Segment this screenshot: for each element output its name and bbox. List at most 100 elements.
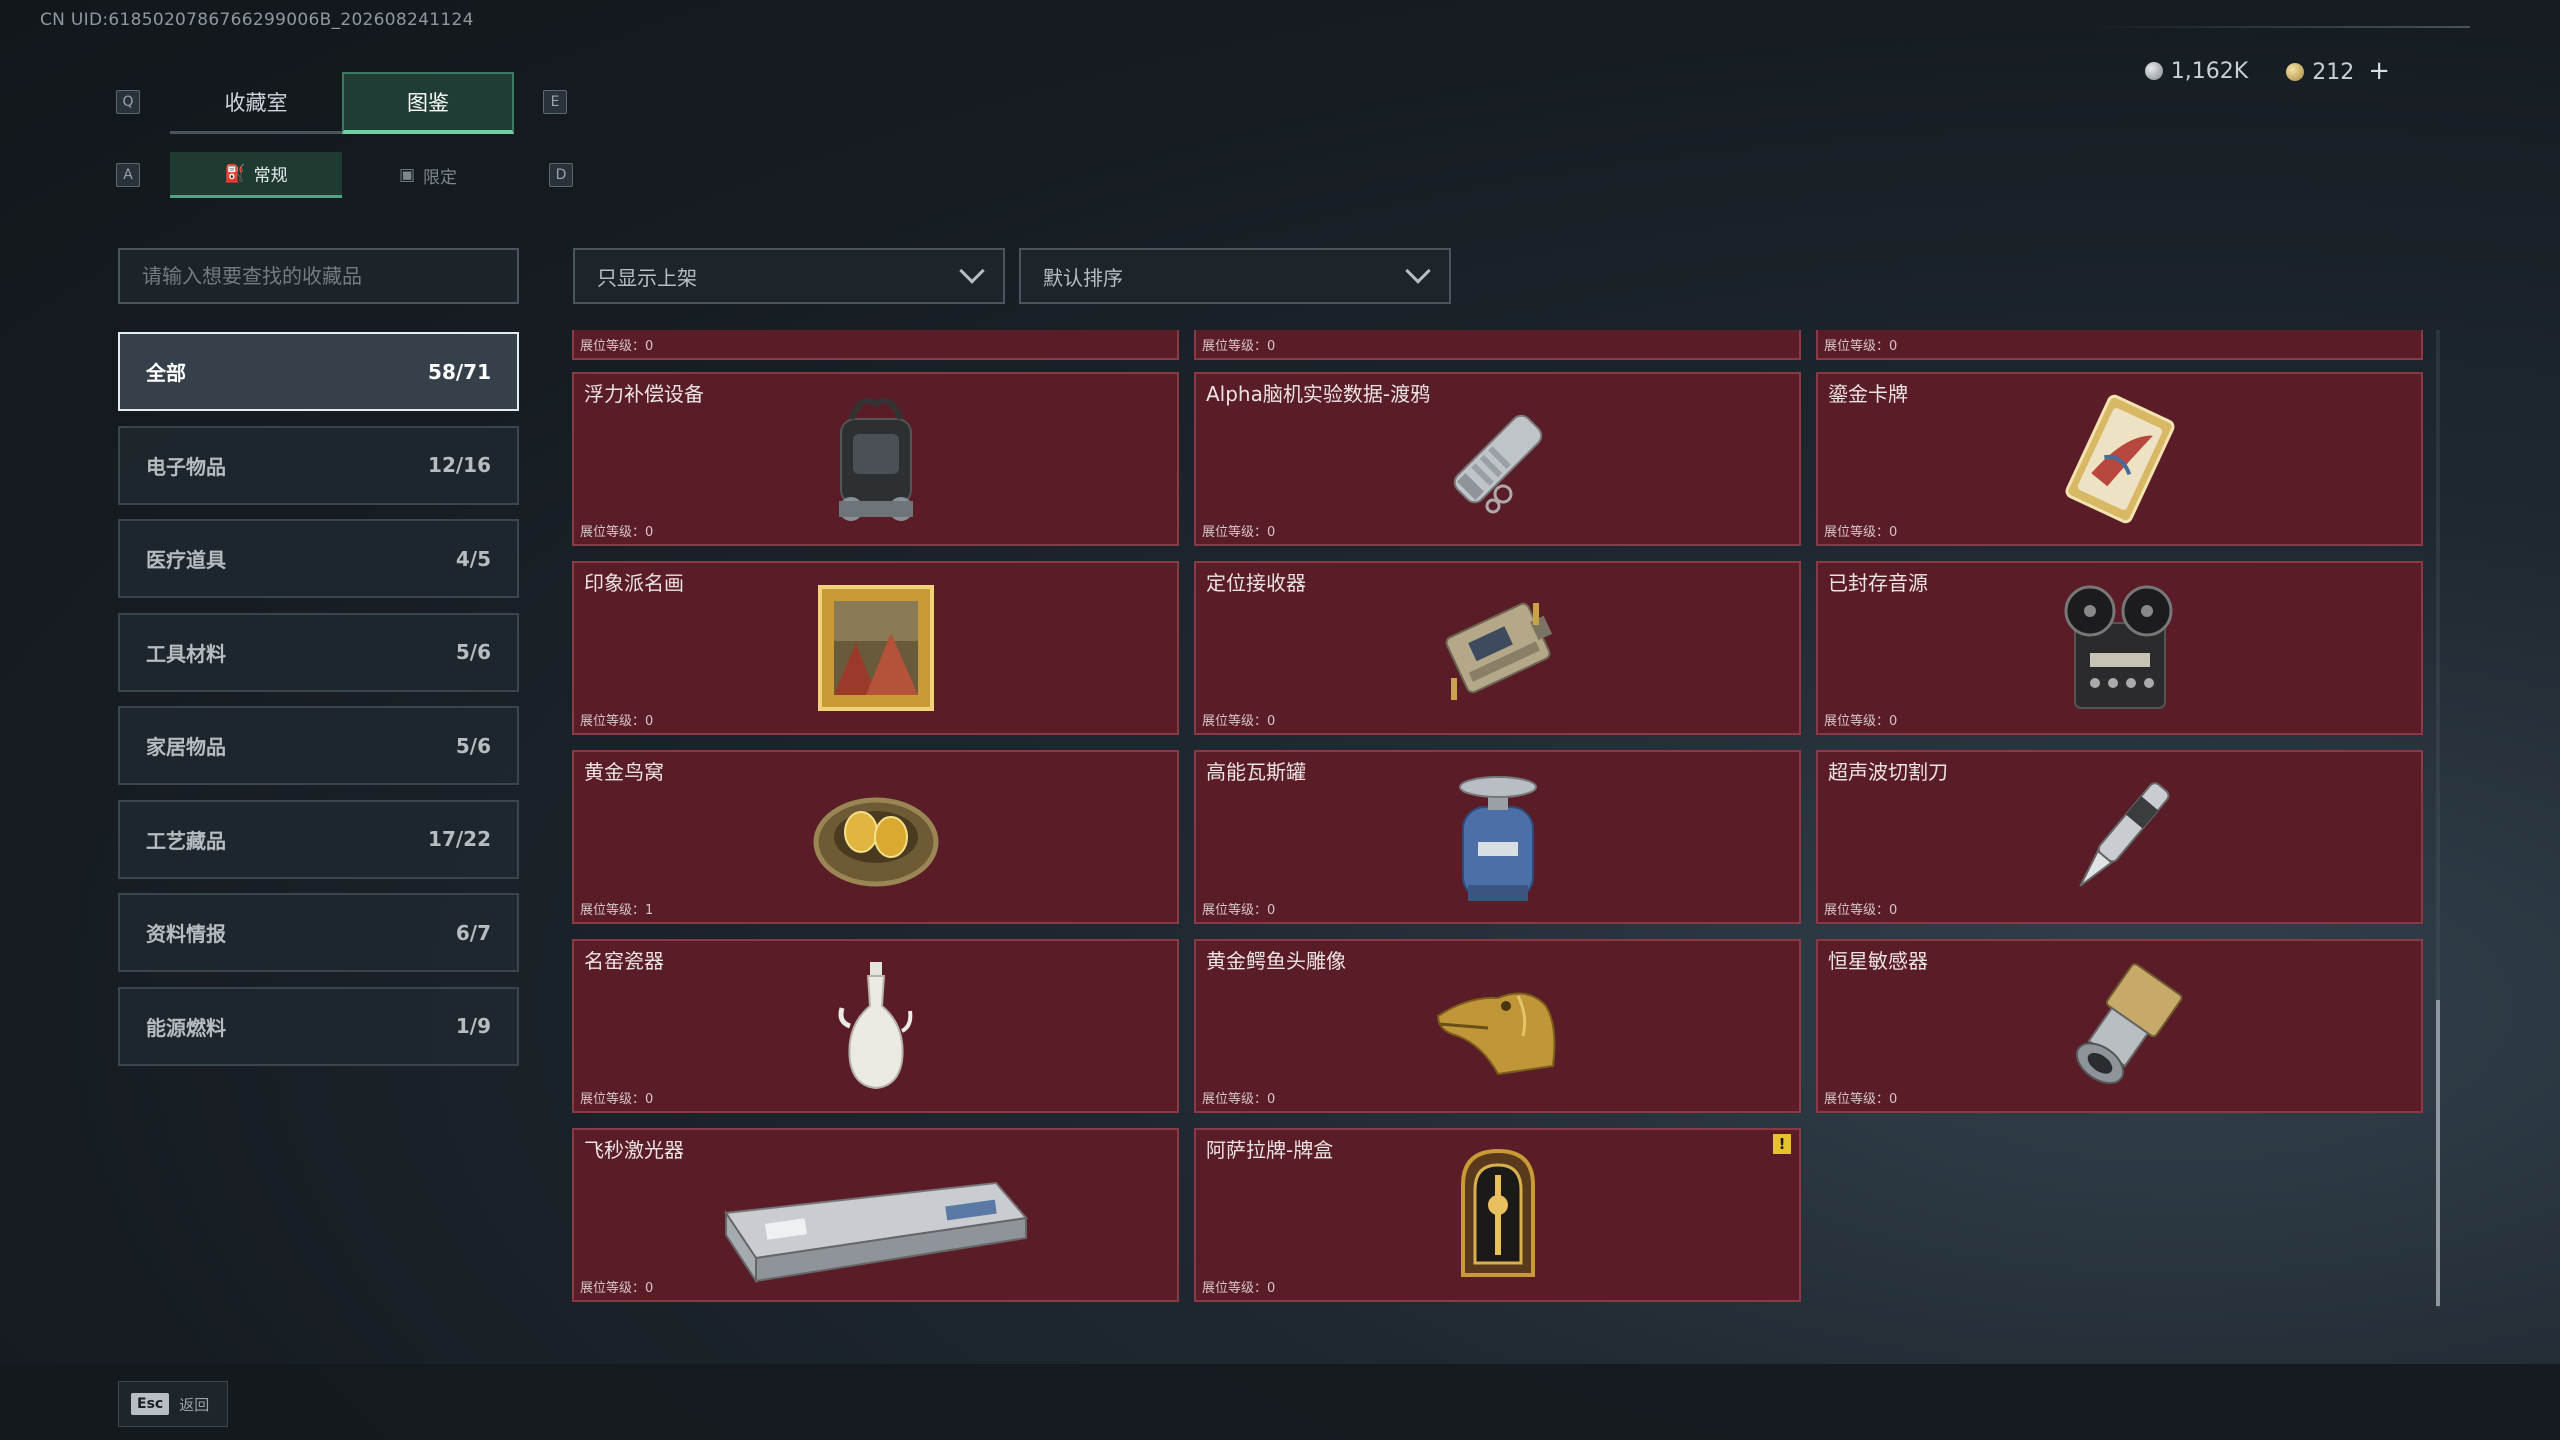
- category-label: 工具材料: [146, 641, 226, 666]
- tab-collection-room[interactable]: 收藏室: [170, 72, 342, 134]
- sub-tabs: ⛽ 常规 ▣ 限定: [170, 152, 514, 198]
- item-name: 超声波切割刀: [1828, 760, 1948, 784]
- category-medical[interactable]: 医疗道具 4/5: [118, 519, 519, 598]
- gps-receiver-icon: [1445, 602, 1552, 700]
- silver-coin-icon: [2144, 61, 2163, 80]
- sort-dropdown[interactable]: 默认排序: [1019, 248, 1451, 304]
- category-count: 5/6: [455, 733, 491, 758]
- item-card-laser-case[interactable]: 飞秒激光器 展位等级：0: [572, 1128, 1179, 1302]
- back-button[interactable]: Esc 返回: [118, 1381, 228, 1427]
- item-card-gilded-card[interactable]: 鎏金卡牌 展位等级：0: [1816, 372, 2423, 546]
- item-name: 浮力补偿设备: [584, 382, 704, 406]
- item-level: 展位等级：0: [580, 714, 654, 729]
- category-label: 资料情报: [146, 922, 226, 946]
- category-count: 1/9: [455, 1014, 491, 1038]
- card-box-icon: [1460, 1148, 1535, 1277]
- item-name: 黄金鸟窝: [584, 760, 664, 784]
- item-card-ultrasonic-cutter[interactable]: 超声波切割刀 展位等级：0: [1816, 750, 2423, 924]
- reel-recorder-icon: [2064, 585, 2172, 709]
- item-level: 展位等级：0: [1202, 525, 1276, 540]
- item-level: 展位等级：0: [1824, 714, 1898, 729]
- item-name: Alpha脑机实验数据-渡鸦: [1206, 382, 1431, 406]
- subtab-regular-label: 常规: [253, 166, 288, 186]
- back-label: 返回: [179, 1395, 210, 1414]
- shelf-filter-dropdown[interactable]: 只显示上架: [573, 248, 1005, 304]
- uid-text: CN UID:6185020786766299006B_202608241124: [40, 10, 474, 30]
- gas-canister-icon: [1458, 776, 1537, 901]
- item-level: 展位等级：0: [1202, 714, 1276, 729]
- category-count: 58/71: [428, 359, 491, 384]
- category-electronics[interactable]: 电子物品 12/16: [118, 425, 519, 505]
- item-card-gas-canister[interactable]: 高能瓦斯罐 展位等级：0: [1194, 750, 1801, 924]
- item-card-bcd[interactable]: 浮力补偿设备 展位等级：0: [572, 372, 1179, 546]
- gold-amount: 212: [2312, 60, 2355, 85]
- item-card[interactable]: 展位等级：0: [1816, 330, 2423, 360]
- top-divider: [2090, 26, 2470, 28]
- laser-case-icon: [723, 1181, 1028, 1283]
- data-cylinder-icon: [1453, 414, 1542, 514]
- gold-coin-icon: [2286, 63, 2305, 81]
- category-count: 5/6: [455, 640, 491, 664]
- category-label: 家居物品: [146, 735, 226, 759]
- collection-grid: 展位等级：0 展位等级：0 展位等级：0 浮力补偿设备 展位等级：0 Alpha…: [572, 330, 2426, 1308]
- item-card-porcelain[interactable]: 名窑瓷器 展位等级：0: [572, 939, 1179, 1113]
- croc-statue-icon: [1436, 992, 1555, 1076]
- item-card-gps-receiver[interactable]: 定位接收器 展位等级：0: [1194, 561, 1801, 735]
- category-energy[interactable]: 能源燃料 1/9: [118, 986, 519, 1066]
- category-crafts[interactable]: 工艺藏品 17/22: [118, 799, 519, 879]
- silver-amount: 1,162K: [2170, 58, 2249, 84]
- category-count: 6/7: [455, 920, 491, 945]
- category-tools[interactable]: 工具材料 5/6: [118, 612, 519, 692]
- item-name: 印象派名画: [584, 571, 684, 595]
- item-level: 展位等级：0: [1824, 339, 1898, 354]
- item-level: 展位等级：0: [1202, 903, 1276, 918]
- item-level: 展位等级：0: [1824, 1092, 1898, 1107]
- add-currency-button[interactable]: +: [2368, 56, 2390, 86]
- item-card-painting[interactable]: 印象派名画 展位等级：0: [572, 561, 1179, 735]
- category-list: 全部 58/71 电子物品 12/16 医疗道具 4/5 工具材料 5/6 家居物品 5/…: [118, 332, 519, 1080]
- item-level: 展位等级：0: [1202, 1092, 1276, 1107]
- item-name: 高能瓦斯罐: [1206, 760, 1306, 784]
- key-hint-a: A: [116, 163, 140, 187]
- category-label: 电子物品: [146, 454, 226, 479]
- tab-codex[interactable]: 图鉴: [342, 72, 514, 134]
- star-sensor-icon: [2075, 963, 2183, 1085]
- subtab-regular[interactable]: ⛽ 常规: [170, 152, 342, 198]
- item-card-golden-nest[interactable]: 黄金鸟窝 展位等级：1: [572, 750, 1179, 924]
- category-intel[interactable]: 资料情报 6/7: [118, 893, 519, 972]
- shelf-filter-value: 只显示上架: [597, 265, 697, 290]
- subtab-limited[interactable]: ▣ 限定: [342, 152, 514, 198]
- item-name: 黄金鳄鱼头雕像: [1206, 949, 1346, 973]
- sort-value: 默认排序: [1043, 265, 1123, 290]
- item-name: 恒星敏感器: [1828, 949, 1928, 973]
- item-card-alpha-data[interactable]: Alpha脑机实验数据-渡鸦 展位等级：0: [1194, 372, 1801, 546]
- key-hint-d: D: [549, 163, 573, 187]
- chevron-down-icon: [959, 258, 985, 284]
- item-level: 展位等级：1: [580, 903, 654, 918]
- item-level: 展位等级：0: [580, 1281, 654, 1296]
- silver-currency: 1,162K: [2144, 58, 2249, 84]
- bcd-backpack-icon: [838, 398, 913, 521]
- search-input[interactable]: [118, 248, 519, 304]
- gold-currency: 212 +: [2286, 56, 2390, 86]
- footer-bar: [0, 1364, 2560, 1440]
- main-tabs: 收藏室 图鉴: [170, 72, 514, 134]
- item-card[interactable]: 展位等级：0: [1194, 330, 1801, 360]
- item-level: 展位等级：0: [580, 1092, 654, 1107]
- item-name: 鎏金卡牌: [1828, 382, 1908, 406]
- limited-icon: ▣: [398, 165, 416, 185]
- category-household[interactable]: 家居物品 5/6: [118, 706, 519, 785]
- item-level: 展位等级：0: [580, 339, 654, 354]
- category-all[interactable]: 全部 58/71: [118, 332, 519, 411]
- item-card[interactable]: 展位等级：0: [572, 330, 1179, 360]
- painting-icon: [817, 585, 934, 711]
- key-hint-e: E: [543, 90, 567, 114]
- item-card-croc-statue[interactable]: 黄金鳄鱼头雕像 展位等级：0: [1194, 939, 1801, 1113]
- item-name: 名窑瓷器: [584, 949, 664, 973]
- item-level: 展位等级：0: [1824, 525, 1898, 540]
- ultrasonic-cutter-icon: [2078, 782, 2170, 887]
- item-card-card-box[interactable]: 阿萨拉牌-牌盒 ! 展位等级：0: [1194, 1128, 1801, 1302]
- item-card-star-sensor[interactable]: 恒星敏感器 展位等级：0: [1816, 939, 2423, 1113]
- item-card-reel-recorder[interactable]: 已封存音源 展位等级：0: [1816, 561, 2423, 735]
- grid-scrollbar-thumb[interactable]: [2436, 1000, 2440, 1306]
